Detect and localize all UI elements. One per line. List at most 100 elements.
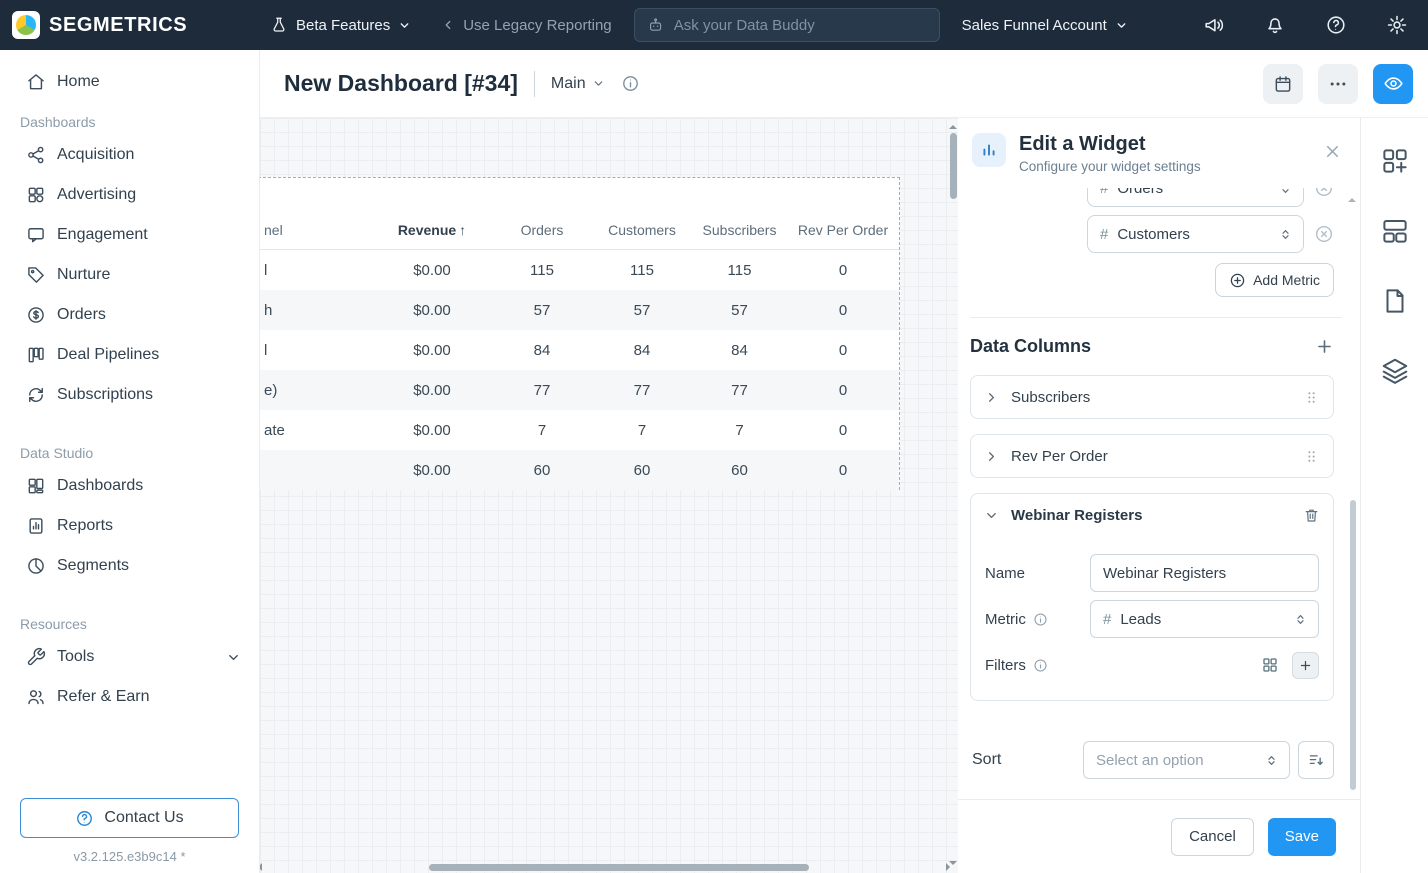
layouts-button[interactable] — [1380, 216, 1410, 246]
more-options-button[interactable] — [1318, 63, 1358, 104]
add-widget-icon — [1382, 149, 1407, 173]
contact-us-button[interactable]: Contact Us — [20, 798, 239, 838]
column-funnel[interactable]: nel — [260, 222, 372, 238]
hash-icon: # — [1103, 610, 1112, 628]
preview-button[interactable] — [1373, 63, 1413, 104]
dashboard-view-select[interactable]: Main — [551, 75, 605, 93]
remove-metric-button[interactable] — [1314, 224, 1334, 244]
layers-button[interactable] — [1380, 356, 1410, 386]
table-widget-selected[interactable]: nel Revenue ↑ Orders Customers Subscriber… — [260, 177, 900, 490]
sidebar-item-deal-pipelines[interactable]: Deal Pipelines — [0, 335, 259, 375]
column-revenue-sorted[interactable]: Revenue ↑ — [372, 222, 492, 238]
sidebar-item-label: Engagement — [57, 226, 148, 243]
hash-icon: # — [1100, 188, 1109, 197]
edit-widget-panel: Edit a Widget Configure your widget sett… — [958, 118, 1360, 873]
sidebar-item-label: Nurture — [57, 266, 111, 283]
metric-value: Orders — [1117, 188, 1164, 197]
help-icon[interactable] — [1325, 14, 1347, 36]
pages-button[interactable] — [1380, 286, 1410, 316]
card-header[interactable]: Subscribers — [971, 376, 1333, 418]
remove-metric-button[interactable] — [1314, 188, 1334, 198]
save-button[interactable]: Save — [1267, 817, 1336, 856]
sidebar-item-tools[interactable]: Tools — [0, 637, 259, 677]
announcements-icon[interactable] — [1203, 14, 1225, 36]
filter-group-grid-icon[interactable] — [1261, 656, 1279, 674]
card-header[interactable]: Rev Per Order — [971, 435, 1333, 477]
sidebar-item-acquisition[interactable]: Acquisition — [0, 135, 259, 175]
card-header[interactable]: Webinar Registers — [971, 494, 1333, 536]
sidebar-item-engagement[interactable]: Engagement — [0, 215, 259, 255]
sort-descending-icon — [1309, 755, 1323, 766]
settings-gear-icon[interactable] — [1386, 14, 1408, 36]
sort-direction-button[interactable] — [1298, 741, 1334, 779]
delete-column-button[interactable] — [1303, 507, 1320, 524]
metric-value: Leads — [1120, 610, 1162, 628]
scroll-left-arrow[interactable] — [260, 863, 262, 871]
sidebar-item-subscriptions[interactable]: Subscriptions — [0, 375, 259, 415]
notifications-bell-icon[interactable] — [1264, 14, 1286, 36]
table-row: l $0.00 115 115 115 0 — [260, 250, 899, 290]
column-metric-select[interactable]: # Leads — [1090, 600, 1319, 638]
close-panel-button[interactable] — [1323, 142, 1342, 161]
segmetrics-logo[interactable]: SEGMETRICS — [0, 11, 260, 39]
data-buddy-searchbox[interactable] — [633, 8, 940, 42]
cell-customers: 77 — [633, 381, 651, 399]
panel-scrollbar[interactable] — [1348, 194, 1356, 793]
column-rev-per-order[interactable]: Rev Per Order — [787, 222, 899, 238]
add-data-column-button[interactable] — [1315, 337, 1334, 356]
beta-features-menu[interactable]: Beta Features — [270, 16, 411, 34]
horizontal-scroll-thumb[interactable] — [429, 864, 809, 871]
column-customers[interactable]: Customers — [592, 222, 692, 238]
sidebar-item-orders[interactable]: Orders — [0, 295, 259, 335]
tools-expand-area — [226, 650, 241, 665]
cell-subscribers: 115 — [727, 261, 752, 279]
cell-funnel: e) — [264, 381, 278, 399]
metric-select-customers[interactable]: # Customers — [1087, 215, 1304, 253]
column-orders[interactable]: Orders — [492, 222, 592, 238]
cell-customers: 7 — [637, 421, 647, 439]
chevron-down-icon[interactable] — [226, 650, 241, 665]
sidebar-item-home[interactable]: Home — [0, 62, 259, 102]
canvas-vertical-scrollbar[interactable] — [948, 121, 957, 865]
sidebar-item-segments[interactable]: Segments — [0, 546, 259, 586]
add-metric-button[interactable]: Add Metric — [1215, 263, 1334, 297]
sidebar-section-resources: Resources — [20, 616, 87, 632]
use-legacy-reporting-link[interactable]: Use Legacy Reporting — [441, 17, 612, 34]
sort-select[interactable]: Select an option — [1083, 741, 1290, 779]
date-range-button[interactable] — [1263, 63, 1303, 104]
dashboard-canvas[interactable]: nel Revenue ↑ Orders Customers Subscriber… — [260, 118, 958, 873]
add-widget-button[interactable] — [1380, 146, 1410, 176]
panel-scroll-up-arrow[interactable] — [1348, 194, 1356, 202]
sidebar-item-reports[interactable]: Reports — [0, 506, 259, 546]
add-filter-button[interactable] — [1292, 651, 1319, 679]
column-subscribers[interactable]: Subscribers — [692, 222, 787, 238]
info-icon[interactable] — [1033, 612, 1048, 627]
sort-asc-arrow: ↑ — [459, 221, 467, 238]
sidebar-item-advertising[interactable]: Advertising — [0, 175, 259, 215]
sidebar-item-nurture[interactable]: Nurture — [0, 255, 259, 295]
vertical-scroll-thumb[interactable] — [950, 133, 957, 199]
info-icon[interactable] — [1033, 658, 1048, 673]
dashboard-info-icon[interactable] — [621, 74, 640, 93]
topbar: SEGMETRICS Beta Features Use Legacy Repo… — [0, 0, 1428, 50]
chevron-right-icon — [984, 390, 999, 405]
cancel-button[interactable]: Cancel — [1171, 817, 1254, 856]
drag-handle[interactable] — [1303, 448, 1320, 465]
panel-scroll-thumb[interactable] — [1350, 500, 1356, 790]
plus-circle-icon — [1230, 273, 1245, 287]
scroll-down-arrow[interactable] — [949, 861, 957, 869]
data-buddy-input[interactable] — [673, 16, 927, 34]
sidebar-item-dashboards[interactable]: Dashboards — [0, 466, 259, 506]
canvas-horizontal-scrollbar[interactable] — [260, 863, 950, 872]
column-name-input[interactable] — [1090, 554, 1319, 592]
sidebar-item-refer-earn[interactable]: Refer & Earn — [0, 677, 259, 717]
drag-handle[interactable] — [1303, 389, 1320, 406]
account-switcher[interactable]: Sales Funnel Account — [962, 17, 1128, 34]
name-field-row: Name — [985, 554, 1319, 592]
scroll-up-arrow[interactable] — [949, 121, 957, 129]
metric-select-orders[interactable]: # Orders — [1087, 188, 1304, 207]
table-row: ate $0.00 7 7 7 0 — [260, 410, 899, 450]
card-body: Name Metric # Leads — [971, 536, 1333, 700]
cell-orders: 77 — [533, 381, 551, 399]
chevron-updown-icon — [1264, 753, 1279, 768]
